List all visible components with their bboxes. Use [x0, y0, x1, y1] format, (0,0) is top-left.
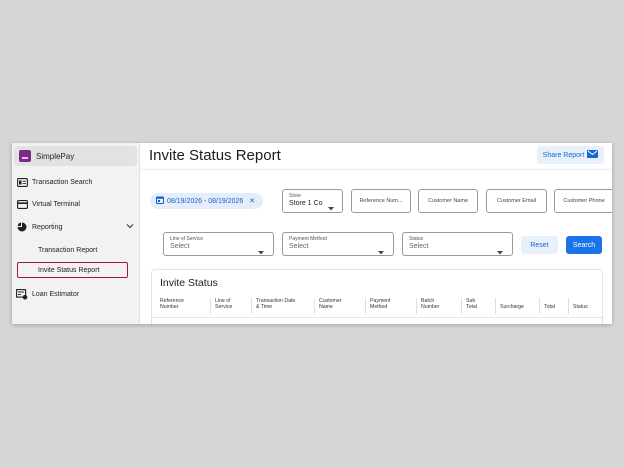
sidebar-item-virtual-terminal[interactable]: Virtual Terminal — [12, 196, 140, 212]
chevron-down-icon[interactable] — [126, 222, 134, 232]
store-select[interactable]: Store Store 1 Co — [282, 189, 343, 213]
column-header-surcharge[interactable]: Surcharge — [495, 298, 524, 314]
customer-email-input[interactable]: Customer Email — [486, 189, 547, 213]
date-range-value: 08/19/2026 - 08/19/2026 — [167, 197, 244, 205]
column-header-line: Service — [215, 304, 233, 310]
column-header-line: Status — [573, 304, 588, 310]
customer-name-placeholder: Customer Name — [427, 198, 469, 204]
column-header-line: Number — [160, 304, 179, 310]
customer-email-placeholder: Customer Email — [496, 198, 537, 204]
line-of-service-select[interactable]: Line of Service Select — [163, 232, 274, 256]
page-title: Invite Status Report — [149, 147, 281, 164]
column-header-total[interactable]: Total — [539, 298, 555, 314]
store-value: Store 1 Co — [289, 200, 323, 207]
reference-number-input[interactable]: Reference Num... — [351, 189, 411, 213]
credit-card-icon — [16, 199, 28, 209]
date-range-chip[interactable]: 08/19/2026 - 08/19/2026 ✕ — [150, 193, 263, 209]
invite-status-card: Invite Status Reference Number Line of S… — [151, 269, 604, 324]
sidebar-item-reporting[interactable]: Reporting — [12, 219, 140, 235]
status-select[interactable]: Status Select — [402, 232, 513, 256]
calculator-icon — [16, 288, 28, 300]
reference-number-placeholder: Reference Num... — [359, 198, 403, 204]
customer-name-input[interactable]: Customer Name — [418, 189, 478, 213]
caret-down-icon — [258, 242, 264, 260]
line-of-service-value: Select — [170, 243, 190, 250]
column-header-batch-number[interactable]: Batch Number — [416, 298, 439, 314]
main-content: Invite Status Report Share Report 08/19/… — [140, 143, 612, 324]
column-header-line: Total — [466, 304, 477, 310]
sidebar-item-label: Loan Estimator — [32, 290, 80, 298]
sidebar-item-loan-estimator[interactable]: Loan Estimator — [12, 286, 140, 302]
column-header-sub-total[interactable]: Sub Total — [461, 298, 477, 314]
id-card-icon — [16, 177, 28, 187]
brand-name: SimplePay — [36, 151, 75, 161]
sidebar-subitem-invite-status-report[interactable]: Invite Status Report — [17, 262, 128, 278]
reset-button[interactable]: Reset — [521, 236, 558, 254]
column-header-line: Name — [319, 304, 333, 310]
table-header-divider — [152, 317, 604, 318]
brand-header[interactable]: SimplePay — [14, 146, 137, 166]
status-label: Status — [409, 236, 424, 242]
sidebar-item-label: Reporting — [32, 223, 63, 231]
sidebar-subitem-label: Invite Status Report — [38, 266, 100, 274]
sidebar: SimplePay Transaction Search Virtual Ter… — [12, 143, 140, 324]
status-value: Select — [409, 243, 429, 250]
store-label: Store — [289, 193, 301, 199]
column-header-status[interactable]: Status — [568, 298, 588, 314]
sidebar-item-label: Virtual Terminal — [32, 200, 80, 208]
calendar-icon — [156, 196, 164, 206]
column-header-line: & Time — [256, 304, 273, 310]
column-header-transaction-date[interactable]: Transaction Date & Time — [251, 298, 295, 314]
sidebar-item-label: Transaction Search — [32, 178, 93, 186]
caret-down-icon — [378, 242, 384, 260]
share-report-button[interactable]: Share Report — [537, 146, 604, 164]
app-window: SimplePay Transaction Search Virtual Ter… — [12, 143, 612, 324]
customer-phone-placeholder: Customer Phone — [563, 198, 605, 204]
sidebar-item-transaction-search[interactable]: Transaction Search — [12, 174, 140, 190]
column-header-line: Surcharge — [500, 304, 524, 310]
card-title: Invite Status — [160, 277, 218, 289]
line-of-service-label: Line of Service — [170, 236, 204, 242]
column-header-reference-number[interactable]: Reference Number — [160, 298, 184, 310]
sidebar-subitem-label: Transaction Report — [38, 246, 98, 254]
caret-down-icon — [328, 198, 334, 216]
payment-method-select[interactable]: Payment Method Select — [282, 232, 394, 256]
sidebar-subitem-transaction-report[interactable]: Transaction Report — [38, 242, 97, 258]
brand-logo — [19, 150, 31, 162]
pie-chart-icon — [16, 222, 28, 232]
payment-method-label: Payment Method — [289, 236, 327, 242]
column-header-line: Total — [544, 304, 555, 310]
column-header-payment-method[interactable]: Payment Method — [365, 298, 390, 314]
share-report-label: Share Report — [542, 151, 585, 159]
caret-down-icon — [497, 242, 503, 260]
column-header-line: Number — [421, 304, 440, 310]
header-divider — [140, 169, 612, 170]
close-icon[interactable]: ✕ — [249, 197, 255, 205]
mail-icon — [587, 150, 599, 160]
column-header-line: Method — [370, 304, 388, 310]
search-button[interactable]: Search — [566, 236, 602, 254]
column-header-line-of-service[interactable]: Line of Service — [210, 298, 232, 314]
customer-phone-input[interactable]: Customer Phone — [554, 189, 612, 213]
payment-method-value: Select — [289, 243, 309, 250]
column-header-customer-name[interactable]: Customer Name — [314, 298, 342, 314]
